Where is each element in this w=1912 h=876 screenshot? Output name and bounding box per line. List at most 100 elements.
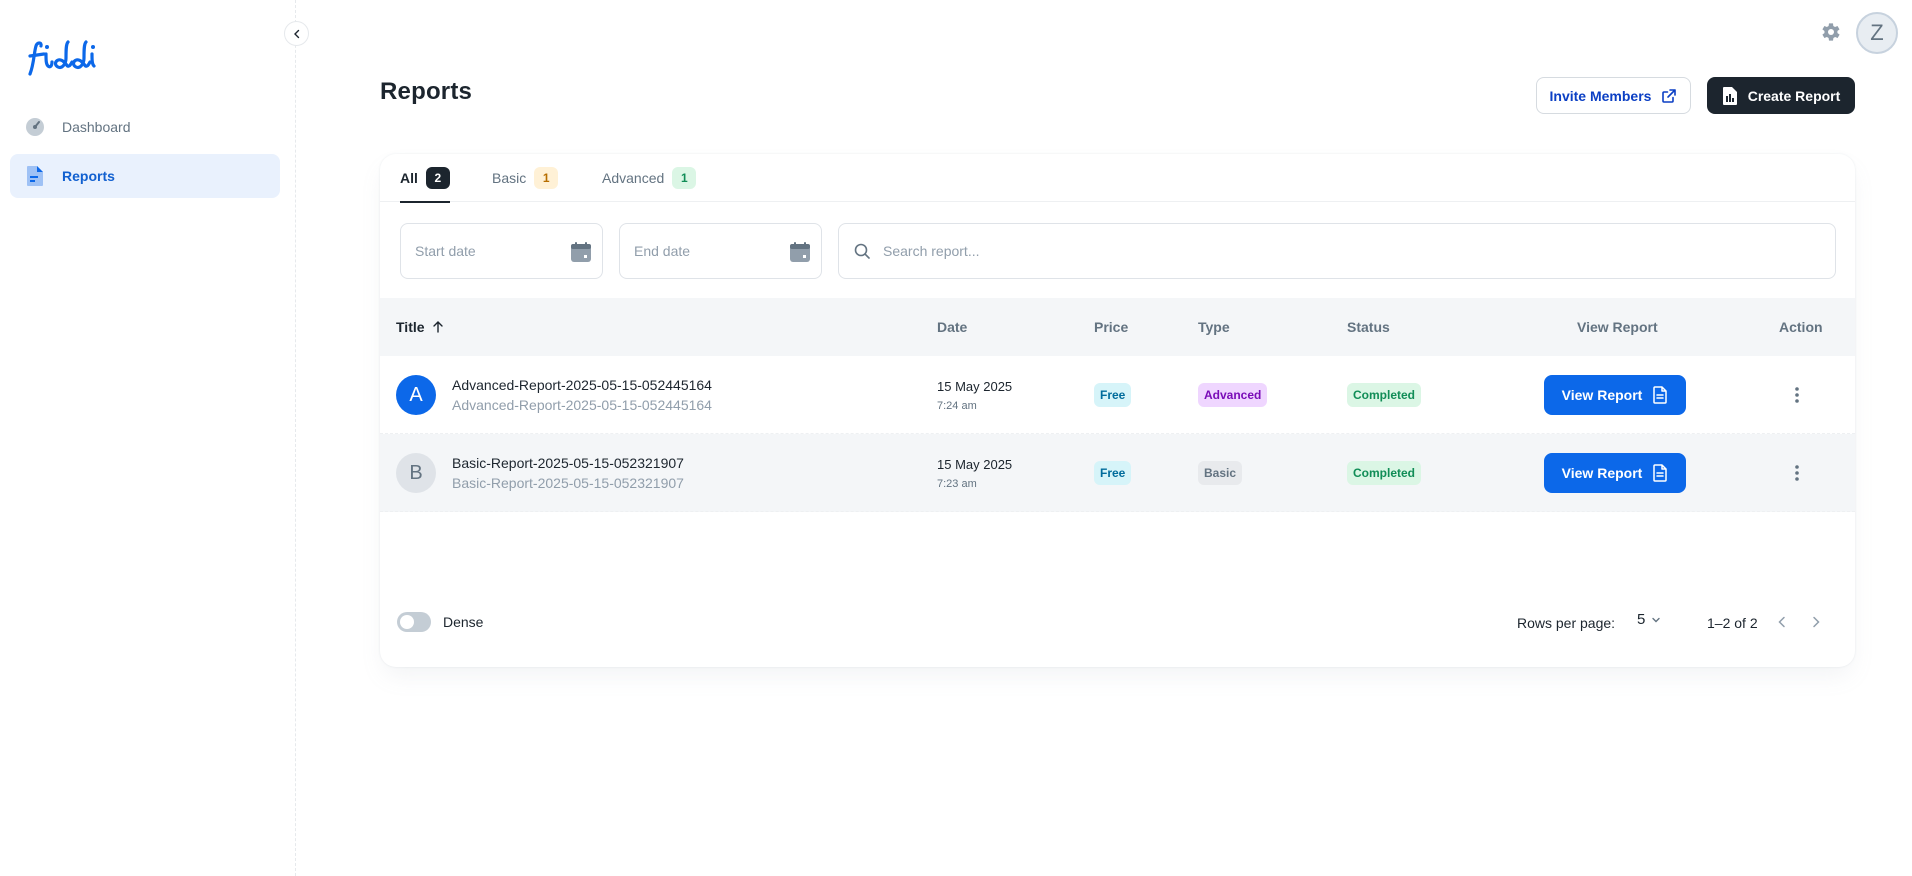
dense-label: Dense — [443, 614, 484, 630]
search-input[interactable]: Search report... — [838, 223, 1836, 279]
table-footer: Dense Rows per page: 5 1–2 of 2 — [380, 599, 1855, 647]
view-report-button[interactable]: View Report — [1544, 453, 1686, 493]
user-avatar[interactable]: Z — [1856, 12, 1898, 54]
create-report-label: Create Report — [1747, 87, 1841, 104]
title-cell: A Advanced-Report-2025-05-15-052445164 A… — [396, 356, 712, 434]
report-date: 15 May 2025 — [937, 456, 1013, 472]
th-title[interactable]: Title — [396, 298, 445, 356]
price-cell: Free — [1094, 434, 1132, 512]
tab-count-badge: 1 — [534, 167, 559, 189]
chevron-down-icon — [1652, 617, 1661, 622]
price-label: Free — [1094, 383, 1132, 407]
report-icon — [1722, 86, 1737, 105]
chevron-left-icon — [293, 29, 299, 38]
chevron-right-icon — [1813, 616, 1820, 628]
th-type[interactable]: Type — [1198, 298, 1230, 356]
date-cell: 15 May 2025 7:23 am — [937, 434, 1012, 512]
user-initial: Z — [1870, 20, 1884, 45]
sidebar: Dashboard Reports — [0, 0, 296, 876]
report-time: 7:23 am — [937, 477, 977, 490]
arrow-up-icon — [432, 321, 443, 333]
report-date: 15 May 2025 — [937, 378, 1013, 394]
search-placeholder: Search report... — [883, 243, 980, 259]
action-cell — [1779, 434, 1815, 512]
gear-icon[interactable] — [1818, 20, 1842, 44]
th-view-report: View Report — [1577, 319, 1658, 335]
more-options-button[interactable] — [1779, 377, 1815, 413]
next-page-button[interactable] — [1804, 610, 1828, 634]
document-icon — [1653, 464, 1668, 482]
view-report-cell: View Report — [1544, 434, 1686, 512]
th-date[interactable]: Date — [937, 298, 967, 356]
tab-count-badge: 1 — [672, 167, 697, 189]
type-label: Advanced — [1198, 383, 1268, 407]
price-label: Free — [1094, 461, 1132, 485]
start-date-field[interactable]: Start date — [400, 223, 603, 279]
invite-members-button[interactable]: Invite Members — [1536, 77, 1691, 114]
external-link-icon — [1662, 88, 1677, 103]
start-date-placeholder: Start date — [415, 243, 476, 259]
view-report-label: View Report — [1561, 465, 1643, 481]
tab-basic[interactable]: Basic 1 — [492, 154, 559, 202]
tab-count-badge: 2 — [425, 167, 450, 189]
tab-label: Advanced — [602, 170, 665, 186]
table-header: Title Date Price Type Status View Report… — [380, 298, 1855, 356]
calendar-icon[interactable] — [789, 241, 811, 263]
th-label: Title — [396, 319, 425, 335]
type-label: Basic — [1198, 461, 1243, 485]
dashboard-icon — [24, 116, 46, 138]
pagination-range: 1–2 of 2 — [1707, 615, 1758, 631]
view-report-cell: View Report — [1544, 356, 1686, 434]
type-cell: Advanced — [1198, 356, 1268, 434]
status-cell: Completed — [1347, 434, 1422, 512]
previous-page-button[interactable] — [1770, 610, 1794, 634]
table-row[interactable]: A Advanced-Report-2025-05-15-052445164 A… — [380, 356, 1855, 434]
dense-toggle[interactable] — [397, 612, 431, 632]
sidebar-item-reports[interactable]: Reports — [10, 154, 280, 198]
collapse-sidebar-button[interactable] — [284, 21, 309, 46]
more-options-button[interactable] — [1779, 455, 1815, 491]
rows-per-page-value: 5 — [1637, 611, 1646, 628]
table-row[interactable]: B Basic-Report-2025-05-15-052321907 Basi… — [380, 434, 1855, 512]
invite-members-label: Invite Members — [1549, 87, 1652, 104]
price-cell: Free — [1094, 356, 1132, 434]
rows-per-page-select[interactable]: 5 — [1637, 611, 1661, 628]
search-icon — [854, 243, 870, 259]
report-title: Basic-Report-2025-05-15-052321907 — [452, 455, 684, 471]
report-title: Advanced-Report-2025-05-15-052445164 — [452, 377, 712, 393]
type-cell: Basic — [1198, 434, 1243, 512]
calendar-icon[interactable] — [570, 241, 592, 263]
tab-label: Basic — [492, 170, 527, 186]
view-report-label: View Report — [1561, 387, 1643, 403]
tab-label: All — [400, 170, 418, 186]
chevron-left-icon — [1778, 616, 1785, 628]
reports-card: All 2 Basic 1 Advanced 1 Start date End … — [380, 154, 1855, 667]
more-vertical-icon — [1795, 387, 1799, 403]
action-cell — [1779, 356, 1815, 434]
title-cell: B Basic-Report-2025-05-15-052321907 Basi… — [396, 434, 684, 512]
end-date-field[interactable]: End date — [619, 223, 822, 279]
sidebar-item-label: Reports — [62, 168, 115, 184]
create-report-button[interactable]: Create Report — [1707, 77, 1855, 114]
status-cell: Completed — [1347, 356, 1422, 434]
report-tabs: All 2 Basic 1 Advanced 1 — [380, 154, 1855, 203]
report-avatar: B — [396, 453, 436, 493]
tab-advanced[interactable]: Advanced 1 — [602, 154, 697, 202]
report-subtitle: Advanced-Report-2025-05-15-052445164 — [452, 397, 712, 413]
sidebar-item-dashboard[interactable]: Dashboard — [10, 105, 280, 149]
sidebar-item-label: Dashboard — [62, 119, 131, 135]
tab-all[interactable]: All 2 — [400, 154, 450, 203]
report-avatar: A — [396, 375, 436, 415]
more-vertical-icon — [1795, 465, 1799, 481]
th-status[interactable]: Status — [1347, 298, 1390, 356]
report-time: 7:24 am — [937, 399, 977, 412]
file-icon — [24, 165, 46, 187]
status-badge: Completed — [1347, 383, 1422, 407]
th-price[interactable]: Price — [1094, 298, 1128, 356]
fiddi-logo[interactable] — [24, 36, 100, 80]
th-action: Action — [1779, 319, 1823, 335]
end-date-placeholder: End date — [634, 243, 691, 259]
document-icon — [1653, 386, 1668, 404]
view-report-button[interactable]: View Report — [1544, 375, 1686, 415]
date-cell: 15 May 2025 7:24 am — [937, 356, 1012, 434]
